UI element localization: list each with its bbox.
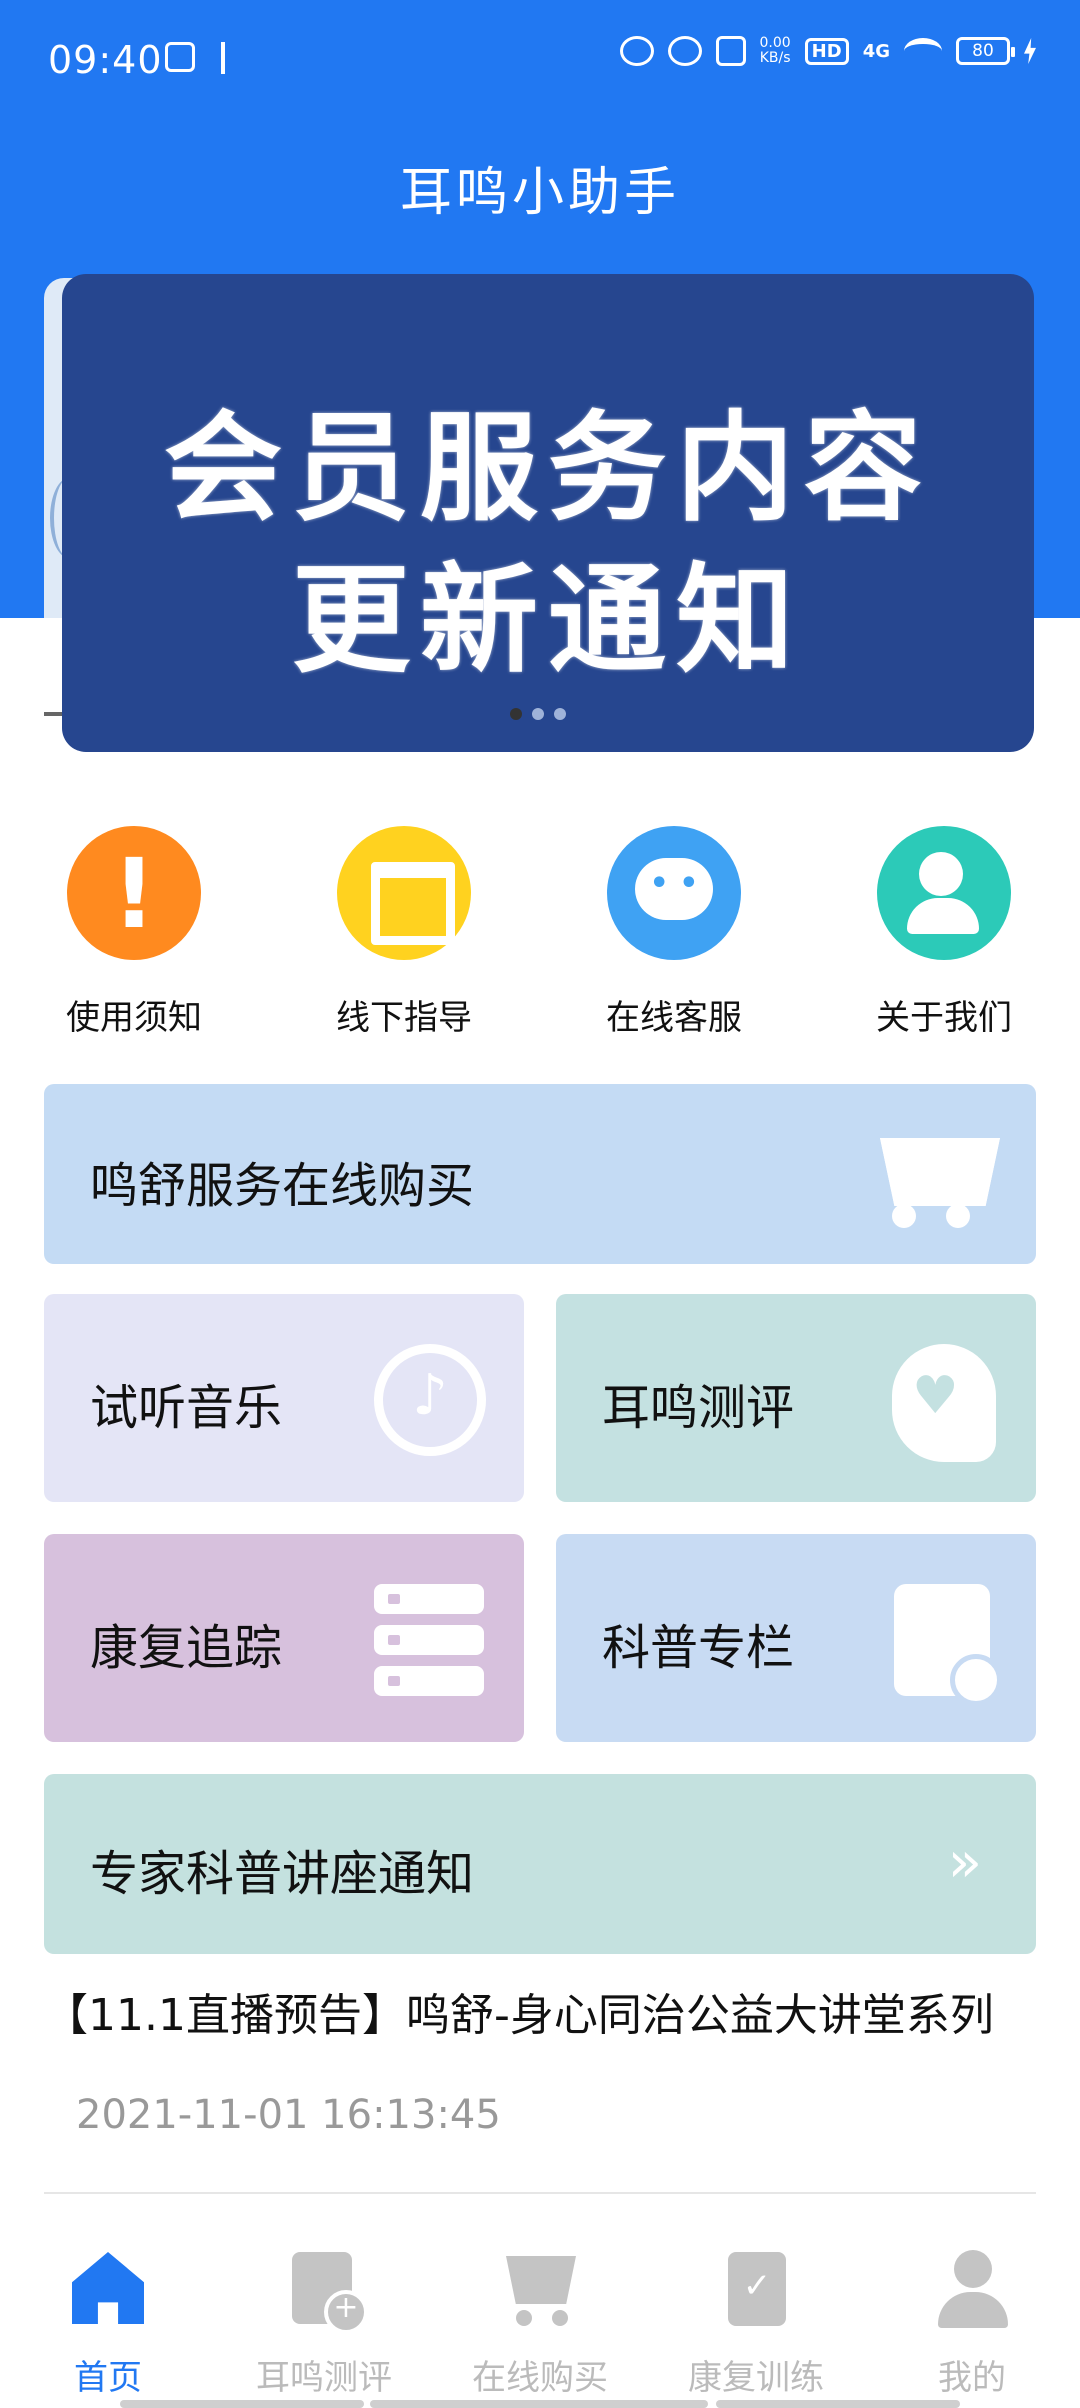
status-right-icons: 0.00 KB/s HD 4G 80: [619, 36, 1036, 66]
gesture-bar-segment: [370, 2400, 708, 2408]
quick-actions: 使用须知 线下指导 在线客服 关于我们: [0, 826, 1080, 1046]
document-add-icon: [284, 2248, 368, 2334]
banner-line-1: 会员服务内容: [163, 399, 932, 537]
shopping-cart-icon: [860, 1120, 990, 1230]
card-label: 科普专栏: [602, 1620, 795, 1676]
banner-carousel[interactable]: 会员服务内容 更新通知: [62, 274, 1034, 752]
nav-label: 在线购买: [472, 2358, 608, 2398]
net-speed-unit: KB/s: [759, 50, 791, 66]
charging-icon: [1024, 38, 1036, 64]
recovery-tracking-card[interactable]: 康复追踪: [44, 1534, 524, 1742]
nav-home[interactable]: 首页: [0, 2248, 216, 2399]
app-screen: 09:40 0.00 KB/s HD 4G 80 耳鸣小助手 会员服务内容 更新…: [0, 0, 1080, 2408]
wifi-icon: [904, 38, 942, 64]
bottom-nav: 首页 耳鸣测评 在线购买 康复训练 我的: [0, 2220, 1080, 2408]
nav-tinnitus-evaluation[interactable]: 耳鸣测评: [216, 2248, 432, 2399]
nav-label: 康复训练: [688, 2358, 824, 2398]
card-label: 试听音乐: [90, 1380, 283, 1436]
headphones-icon: [619, 36, 654, 66]
gesture-bar-segment: [120, 2400, 364, 2408]
expert-lecture-notice-card[interactable]: 专家科普讲座通知 »: [44, 1774, 1036, 1954]
clipboard-check-icon: [716, 2248, 796, 2328]
online-purchase-card[interactable]: 鸣舒服务在线购买: [44, 1084, 1036, 1264]
nav-label: 我的: [938, 2358, 1006, 2398]
hd-badge: HD: [804, 37, 849, 65]
divider: [44, 2192, 1036, 2194]
alarm-icon: [667, 36, 702, 66]
double-chevron-right-icon: »: [947, 1830, 982, 1895]
battery-indicator: 80: [956, 37, 1015, 65]
card-label: 专家科普讲座通知: [90, 1846, 475, 1902]
quick-label: 使用须知: [66, 998, 202, 1038]
server-row: [374, 1625, 484, 1655]
article-title: 【11.1直播预告】鸣舒-身心同治公益大讲堂系列: [44, 1990, 994, 2041]
quick-item-offline-guide[interactable]: 线下指导: [304, 826, 504, 1039]
quick-label: 线下指导: [336, 998, 472, 1038]
quick-item-about-us[interactable]: 关于我们: [844, 826, 1044, 1039]
server-row: [374, 1584, 484, 1614]
head-heart-icon: [892, 1344, 996, 1462]
shopping-cart-icon: [500, 2248, 580, 2328]
card-label: 耳鸣测评: [602, 1380, 795, 1436]
card-label: 鸣舒服务在线购买: [90, 1158, 475, 1214]
vibrate-icon: [715, 36, 746, 66]
nav-label: 首页: [74, 2358, 142, 2398]
card-label: 康复追踪: [90, 1620, 283, 1676]
gesture-bar-segment: [716, 2400, 960, 2408]
carousel-dot-3[interactable]: [554, 708, 566, 720]
screenshot-icon: [165, 42, 195, 72]
trial-music-card[interactable]: 试听音乐: [44, 1294, 524, 1502]
calendar-clock-icon: [894, 1584, 1002, 1706]
home-icon: [68, 2248, 148, 2328]
chat-bubble-icon: [607, 826, 741, 960]
quick-item-online-service[interactable]: 在线客服: [574, 826, 774, 1039]
carousel-dot-1[interactable]: [510, 708, 522, 720]
article-timestamp: 2021-11-01 16:13:45: [76, 2092, 501, 2138]
banner-line-2: 更新通知: [291, 551, 804, 689]
usb-icon: [221, 42, 241, 74]
user-icon: [932, 2248, 1012, 2328]
status-left-icons: [165, 42, 241, 74]
status-time: 09:40: [48, 38, 163, 82]
users-icon: [877, 826, 1011, 960]
carousel-dots: [510, 708, 566, 720]
nav-online-purchase[interactable]: 在线购买: [432, 2248, 648, 2399]
nav-label: 耳鸣测评: [256, 2358, 392, 2398]
nav-mine[interactable]: 我的: [864, 2248, 1080, 2399]
net-speed: 0.00 KB/s: [760, 36, 791, 66]
nav-recovery-training[interactable]: 康复训练: [648, 2248, 864, 2399]
quick-label: 关于我们: [876, 998, 1012, 1038]
server-list-icon: [374, 1584, 484, 1696]
net-speed-value: 0.00: [759, 35, 791, 51]
music-disc-icon: [374, 1344, 486, 1456]
server-row: [374, 1666, 484, 1696]
tinnitus-evaluation-card[interactable]: 耳鸣测评: [556, 1294, 1036, 1502]
carousel-dot-2[interactable]: [532, 708, 544, 720]
science-column-card[interactable]: 科普专栏: [556, 1534, 1036, 1742]
page-title: 耳鸣小助手: [399, 163, 680, 223]
article-item[interactable]: 【11.1直播预告】鸣舒-身心同治公益大讲堂系列 2021-11-01 16:1…: [44, 1980, 1036, 2138]
network-type: 4G: [862, 40, 890, 62]
quick-item-usage-notice[interactable]: 使用须知: [34, 826, 234, 1039]
status-bar: 09:40 0.00 KB/s HD 4G 80: [0, 0, 1080, 120]
store-icon: [337, 826, 471, 960]
quick-label: 在线客服: [606, 998, 742, 1038]
exclamation-icon: [67, 826, 201, 960]
